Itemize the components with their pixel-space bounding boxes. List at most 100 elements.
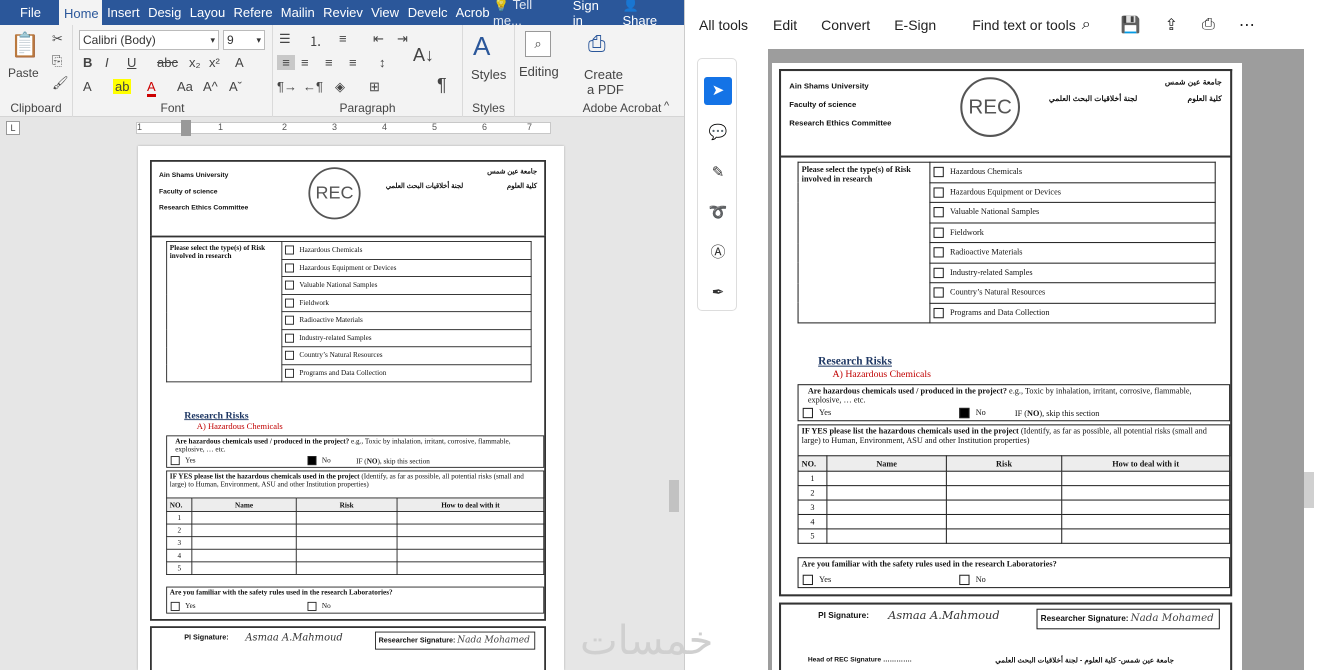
numbering-icon[interactable]: ⒈: [309, 31, 322, 50]
superscript-icon[interactable]: x²: [209, 55, 220, 70]
checkbox[interactable]: [285, 368, 294, 378]
name-cell[interactable]: [826, 513, 947, 530]
tab-design[interactable]: Desig: [143, 0, 185, 25]
name-cell[interactable]: [826, 499, 947, 515]
clear-format-icon[interactable]: A: [235, 55, 244, 70]
acrobat-vertical-scrollbar[interactable]: [1304, 49, 1321, 670]
researcher-signature-box[interactable]: Researcher Signature: Nada Mohamed: [1036, 608, 1220, 630]
risk-type-row[interactable]: Valuable National Samples: [281, 276, 532, 295]
how-cell[interactable]: [1061, 470, 1231, 487]
convert-button[interactable]: Convert: [821, 17, 870, 33]
tab-references[interactable]: Refere: [229, 0, 276, 25]
tab-file[interactable]: File: [0, 0, 59, 25]
esign-button[interactable]: E-Sign: [894, 17, 936, 33]
risk-type-row[interactable]: Programs and Data Collection: [929, 302, 1216, 324]
name-cell[interactable]: [826, 470, 947, 487]
risk-cell[interactable]: [945, 485, 1063, 501]
checkbox[interactable]: [933, 187, 944, 198]
create-pdf-icon[interactable]: ⎙: [588, 31, 606, 57]
checkbox[interactable]: [170, 456, 180, 466]
risk-type-row[interactable]: Country’s Natural Resources: [281, 346, 532, 365]
ruler-bar[interactable]: 1 1 2 3 4 5 6 7: [136, 120, 551, 136]
copy-icon[interactable]: ⎘: [52, 53, 62, 69]
tab-mailings[interactable]: Mailin: [276, 0, 318, 25]
how-cell[interactable]: [396, 536, 545, 550]
ltr-icon[interactable]: ¶→: [277, 79, 297, 94]
checkbox[interactable]: [802, 407, 813, 419]
subscript-icon[interactable]: x₂: [189, 55, 201, 70]
change-case-icon[interactable]: Aa: [177, 79, 193, 94]
pdf-page[interactable]: Ain Shams University Faculty of science …: [772, 63, 1242, 670]
sort-icon[interactable]: A↓: [413, 45, 434, 66]
risk-type-row[interactable]: Industry-related Samples: [929, 262, 1216, 284]
risk-type-row[interactable]: Radioactive Materials: [281, 311, 532, 330]
format-painter-icon[interactable]: 🖌: [52, 75, 69, 91]
checkbox[interactable]: [933, 207, 944, 218]
search-icon[interactable]: ⌕: [1082, 16, 1091, 34]
italic-icon[interactable]: I: [105, 55, 109, 70]
risk-type-row[interactable]: Country’s Natural Resources: [929, 282, 1216, 304]
align-left-icon[interactable]: ≡: [277, 55, 295, 70]
styles-icon[interactable]: A: [473, 31, 490, 62]
risk-type-row[interactable]: Programs and Data Collection: [281, 363, 532, 383]
how-cell[interactable]: [396, 548, 545, 563]
checkbox[interactable]: [933, 227, 944, 238]
more-icon[interactable]: ⋯: [1239, 15, 1255, 35]
how-cell[interactable]: [1061, 485, 1231, 501]
increase-indent-icon[interactable]: ⇥: [397, 31, 408, 47]
pilcrow-icon[interactable]: ¶: [437, 75, 447, 96]
checkbox[interactable]: [285, 333, 294, 343]
how-cell[interactable]: [1061, 528, 1231, 544]
tab-acrobat[interactable]: Acrob: [451, 0, 493, 25]
scroll-thumb[interactable]: [669, 480, 679, 512]
risk-type-row[interactable]: Industry-related Samples: [281, 328, 532, 348]
upload-icon[interactable]: ⇪: [1165, 15, 1178, 35]
name-cell[interactable]: [826, 485, 947, 501]
cut-icon[interactable]: ✂: [52, 31, 63, 47]
underline-icon[interactable]: U: [127, 55, 136, 70]
tab-review[interactable]: Reviev: [318, 0, 366, 25]
editing-button[interactable]: Editing: [519, 64, 559, 79]
word-document-page[interactable]: Ain Shams University Faculty of science …: [138, 146, 564, 670]
risk-type-row[interactable]: Hazardous Equipment or Devices: [929, 181, 1216, 203]
risk-type-row[interactable]: Hazardous Equipment or Devices: [281, 258, 532, 277]
checkbox[interactable]: [933, 167, 944, 178]
draw-icon[interactable]: ➰: [704, 199, 732, 227]
name-cell[interactable]: [191, 548, 297, 563]
indent-marker[interactable]: [181, 120, 191, 136]
checkbox[interactable]: [802, 574, 813, 586]
name-cell[interactable]: [826, 528, 947, 544]
checkbox[interactable]: [285, 280, 294, 290]
checkbox[interactable]: [933, 267, 944, 278]
tell-me-box[interactable]: 💡 Tell me...: [493, 0, 561, 28]
how-cell[interactable]: [1061, 499, 1231, 515]
select-cursor-icon[interactable]: ➤: [704, 77, 732, 105]
researcher-signature-box[interactable]: Researcher Signature: Nada Mohamed: [375, 631, 536, 650]
how-cell[interactable]: [1061, 513, 1231, 530]
risk-type-row[interactable]: Radioactive Materials: [929, 242, 1216, 264]
name-cell[interactable]: [191, 510, 297, 525]
checkbox[interactable]: [307, 601, 317, 611]
align-right-icon[interactable]: ≡: [325, 55, 333, 70]
paste-button[interactable]: Paste: [8, 66, 39, 80]
word-vertical-scrollbar[interactable]: [666, 140, 682, 670]
highlight-icon[interactable]: ab: [113, 79, 132, 94]
decrease-indent-icon[interactable]: ⇤: [373, 31, 384, 47]
styles-button[interactable]: Styles: [471, 67, 506, 82]
tab-insert[interactable]: Insert: [102, 0, 143, 25]
checkbox[interactable]: [285, 298, 294, 308]
checkbox-checked[interactable]: [307, 456, 317, 466]
checkbox[interactable]: [933, 307, 944, 319]
font-size-select[interactable]: 9 ▾: [223, 30, 265, 50]
grow-font-icon[interactable]: A^: [203, 79, 218, 94]
find-button[interactable]: Find text or tools: [972, 17, 1076, 33]
tab-view[interactable]: View: [366, 0, 403, 25]
text-box-icon[interactable]: Ⓐ: [704, 239, 732, 267]
save-icon[interactable]: 💾: [1121, 15, 1141, 35]
risk-cell[interactable]: [295, 536, 398, 550]
share-button[interactable]: 👤 Share: [622, 0, 674, 28]
risk-type-row[interactable]: Fieldwork: [929, 221, 1216, 244]
search-icon[interactable]: ⌕: [525, 31, 551, 57]
shading-icon[interactable]: ◈: [335, 79, 345, 95]
collapse-ribbon-icon[interactable]: ^: [664, 100, 669, 112]
